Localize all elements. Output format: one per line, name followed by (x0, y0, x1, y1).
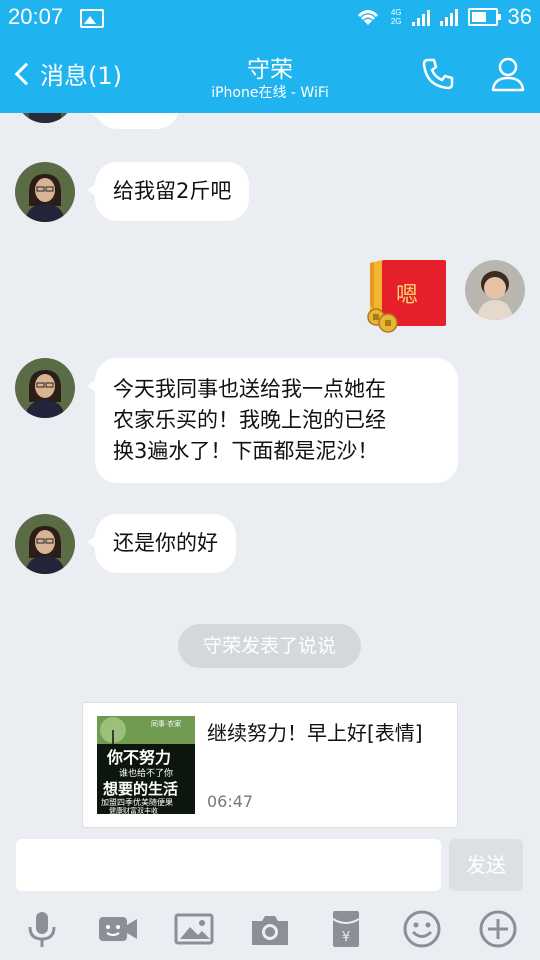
status-time: 20:07 (8, 4, 64, 29)
post-thumbnail: 同事·农家 你不努力 谁也给不了你 想要的生活 加盟四季优美随便果 健康财富双丰… (97, 716, 195, 814)
svg-text:¥: ¥ (342, 930, 350, 945)
contact-avatar[interactable] (15, 113, 75, 123)
status-right: 4G 2G 36 (355, 4, 532, 30)
voice-button[interactable] (20, 907, 64, 951)
image-button[interactable] (172, 907, 216, 951)
network-top: 4G (390, 8, 402, 17)
message-line: 今天我同事也送给我一点她在 (113, 377, 386, 401)
signal-2-icon (439, 8, 458, 26)
more-button[interactable] (476, 907, 520, 951)
video-icon (99, 917, 137, 941)
contact-avatar[interactable] (15, 162, 75, 222)
message-line: 农家乐买的！我晚上泡的已经 (113, 408, 386, 432)
signal-1-icon (411, 8, 430, 26)
status-bar: 20:07 4G 2G 36 (0, 0, 540, 38)
red-packet-text: 嗯 (396, 283, 419, 308)
thumb-line3: 想要的生活 (103, 780, 179, 798)
online-status: iPhone在线 - WiFi (211, 85, 329, 101)
chat-area[interactable]: 给我留2斤吧 嗯 今天我同事也送给我一点她在 农家乐买的！我晚上泡的已经 换3遍… (0, 113, 540, 835)
red-packet-message[interactable]: 嗯 (362, 259, 448, 335)
message-bubble[interactable]: 还是你的好 (87, 514, 236, 573)
video-button[interactable] (96, 907, 140, 951)
message-input[interactable] (16, 839, 441, 891)
image-icon (174, 913, 214, 945)
composer: 发送 (0, 835, 540, 897)
red-packet-button[interactable]: ¥ (324, 907, 368, 951)
send-button[interactable]: 发送 (449, 839, 523, 891)
red-packet-icon: ¥ (332, 911, 360, 947)
thumb-line1: 你不努力 (107, 748, 172, 767)
battery-icon (467, 8, 501, 26)
message-bubble-multiline[interactable]: 今天我同事也送给我一点她在 农家乐买的！我晚上泡的已经 换3遍水了！下面都是泥沙… (87, 358, 458, 483)
message-line: 换3遍水了！下面都是泥沙！ (113, 439, 379, 463)
contact-avatar[interactable] (15, 358, 75, 418)
wifi-icon (357, 10, 378, 25)
nav-bar: 消息(1) 守荣 iPhone在线 - WiFi (0, 38, 540, 113)
emoji-button[interactable] (400, 907, 444, 951)
system-notice: 守荣发表了说说 (178, 624, 361, 668)
shared-post-card[interactable]: 同事·农家 你不努力 谁也给不了你 想要的生活 加盟四季优美随便果 健康财富双丰… (82, 702, 458, 828)
mic-icon (28, 912, 56, 947)
camera-button[interactable] (248, 907, 292, 951)
profile-button[interactable] (488, 54, 528, 94)
plus-icon (479, 910, 517, 948)
image-notification-icon (80, 9, 104, 28)
person-icon (491, 57, 525, 92)
message-bubble-partial[interactable] (87, 113, 179, 129)
network-type: 4G 2G (391, 8, 402, 26)
message-bubble[interactable]: 给我留2斤吧 (86, 162, 250, 221)
thumb-brand: 同事·农家 (151, 720, 182, 728)
contact-avatar[interactable] (15, 514, 75, 574)
camera-icon (252, 916, 288, 945)
phone-call-button[interactable] (418, 54, 458, 94)
emoji-icon (403, 910, 441, 948)
thumb-line5: 健康财富双丰收 (109, 807, 158, 814)
phone-icon (422, 58, 454, 90)
post-text: 继续努力！早上好[表情] (207, 721, 423, 745)
composer-toolbar: ¥ (0, 897, 540, 960)
post-time: 06:47 (207, 792, 254, 811)
my-avatar[interactable] (465, 260, 525, 320)
network-bottom: 2G (390, 17, 402, 26)
chat-title: 守荣 (247, 57, 293, 83)
battery-level: 36 (507, 4, 532, 29)
